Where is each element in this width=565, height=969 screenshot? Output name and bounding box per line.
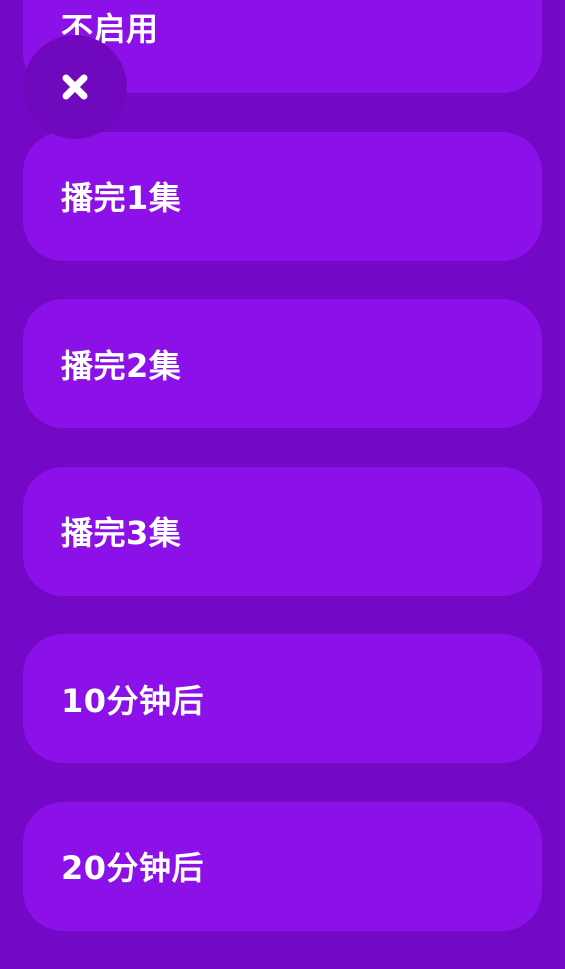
option-after-1-episode[interactable]: 播完1集 [23, 131, 542, 261]
option-label: 10分钟后 [61, 681, 205, 720]
option-after-3-episodes[interactable]: 播完3集 [23, 466, 542, 596]
close-button[interactable] [23, 35, 127, 139]
close-icon [62, 74, 88, 100]
option-label: 播完1集 [61, 179, 182, 217]
option-label: 播完2集 [61, 346, 182, 385]
sleep-timer-options: 不启用 播完1集 播完2集 播完3集 10分钟后 20分钟后 [23, 0, 542, 969]
option-label: 20分钟后 [61, 849, 205, 887]
option-after-2-episodes[interactable]: 播完2集 [23, 299, 542, 428]
option-20-minutes[interactable]: 20分钟后 [23, 801, 542, 931]
option-10-minutes[interactable]: 10分钟后 [23, 634, 542, 763]
option-label: 播完3集 [61, 514, 182, 552]
